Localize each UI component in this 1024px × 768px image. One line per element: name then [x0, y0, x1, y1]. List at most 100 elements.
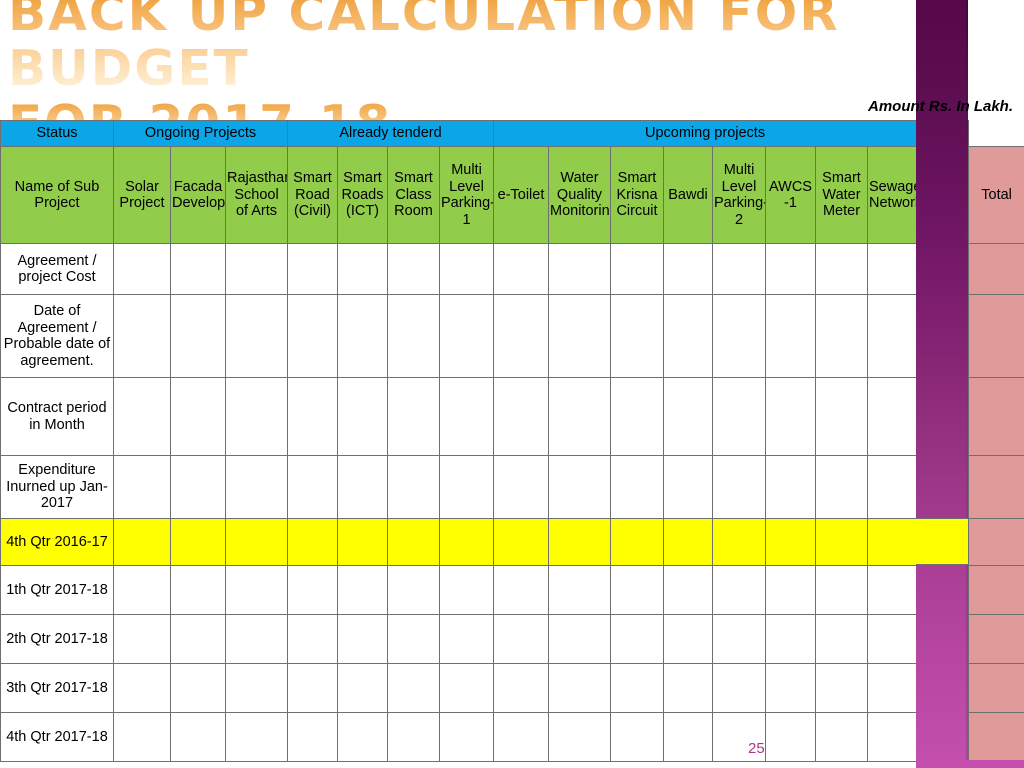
- data-cell[interactable]: [663, 294, 713, 378]
- data-cell[interactable]: [113, 243, 171, 295]
- data-cell[interactable]: [663, 565, 713, 615]
- data-cell[interactable]: [548, 565, 611, 615]
- data-cell[interactable]: [170, 614, 226, 664]
- data-cell[interactable]: [170, 712, 226, 762]
- data-cell[interactable]: [765, 663, 816, 713]
- data-cell[interactable]: [866, 243, 918, 295]
- data-cell[interactable]: [439, 663, 494, 713]
- data-cell[interactable]: [287, 243, 338, 295]
- data-cell[interactable]: [113, 377, 171, 456]
- data-cell[interactable]: [387, 377, 440, 456]
- data-cell[interactable]: [439, 712, 494, 762]
- total-cell[interactable]: [968, 243, 1024, 295]
- data-cell[interactable]: [712, 663, 766, 713]
- data-cell[interactable]: [712, 377, 766, 456]
- total-cell[interactable]: [968, 518, 1024, 566]
- data-cell[interactable]: [439, 455, 494, 519]
- data-cell[interactable]: [337, 243, 388, 295]
- data-cell[interactable]: [866, 294, 918, 378]
- data-cell[interactable]: [387, 518, 440, 566]
- data-cell[interactable]: [866, 663, 918, 713]
- data-cell[interactable]: [439, 377, 494, 456]
- data-cell[interactable]: [610, 377, 664, 456]
- data-cell[interactable]: [170, 377, 226, 456]
- data-cell[interactable]: [866, 455, 918, 519]
- data-cell[interactable]: [610, 663, 664, 713]
- data-cell[interactable]: [712, 614, 766, 664]
- data-cell[interactable]: [765, 455, 816, 519]
- data-cell[interactable]: [765, 712, 816, 762]
- data-cell[interactable]: [287, 614, 338, 664]
- data-cell[interactable]: [765, 565, 816, 615]
- data-cell[interactable]: [287, 565, 338, 615]
- data-cell[interactable]: [387, 712, 440, 762]
- data-cell[interactable]: [170, 565, 226, 615]
- data-cell[interactable]: [663, 455, 713, 519]
- data-cell[interactable]: [916, 614, 970, 664]
- data-cell[interactable]: [916, 243, 970, 295]
- data-cell[interactable]: [866, 565, 918, 615]
- data-cell[interactable]: [287, 663, 338, 713]
- data-cell[interactable]: [170, 455, 226, 519]
- data-cell[interactable]: [225, 712, 288, 762]
- data-cell[interactable]: [815, 455, 868, 519]
- data-cell[interactable]: [548, 294, 611, 378]
- data-cell[interactable]: [815, 294, 868, 378]
- data-cell[interactable]: [170, 518, 226, 566]
- data-cell[interactable]: [610, 614, 664, 664]
- data-cell[interactable]: [387, 455, 440, 519]
- data-cell[interactable]: [712, 455, 766, 519]
- data-cell[interactable]: [337, 614, 388, 664]
- data-cell[interactable]: [493, 663, 549, 713]
- data-cell[interactable]: [287, 294, 338, 378]
- data-cell[interactable]: [225, 294, 288, 378]
- data-cell[interactable]: [548, 377, 611, 456]
- data-cell[interactable]: [712, 518, 766, 566]
- data-cell[interactable]: [337, 294, 388, 378]
- total-cell[interactable]: [968, 663, 1024, 713]
- total-cell[interactable]: [968, 712, 1024, 762]
- data-cell[interactable]: [916, 455, 970, 519]
- data-cell[interactable]: [337, 712, 388, 762]
- data-cell[interactable]: [663, 614, 713, 664]
- data-cell[interactable]: [663, 712, 713, 762]
- data-cell[interactable]: [113, 663, 171, 713]
- data-cell[interactable]: [765, 243, 816, 295]
- data-cell[interactable]: [610, 294, 664, 378]
- data-cell[interactable]: [439, 294, 494, 378]
- total-cell[interactable]: [968, 377, 1024, 456]
- data-cell[interactable]: [916, 663, 970, 713]
- data-cell[interactable]: [815, 663, 868, 713]
- data-cell[interactable]: [439, 518, 494, 566]
- data-cell[interactable]: [113, 518, 171, 566]
- data-cell[interactable]: [387, 243, 440, 295]
- data-cell[interactable]: [866, 614, 918, 664]
- data-cell[interactable]: [225, 518, 288, 566]
- data-cell[interactable]: [113, 565, 171, 615]
- data-cell[interactable]: [170, 294, 226, 378]
- data-cell[interactable]: [493, 518, 549, 566]
- data-cell[interactable]: [712, 565, 766, 615]
- data-cell[interactable]: [663, 377, 713, 456]
- data-cell[interactable]: [493, 565, 549, 615]
- data-cell[interactable]: [337, 455, 388, 519]
- data-cell[interactable]: [170, 663, 226, 713]
- data-cell[interactable]: [712, 243, 766, 295]
- data-cell[interactable]: [663, 663, 713, 713]
- data-cell[interactable]: [493, 377, 549, 456]
- data-cell[interactable]: [113, 294, 171, 378]
- data-cell[interactable]: [610, 243, 664, 295]
- data-cell[interactable]: [916, 377, 970, 456]
- data-cell[interactable]: [610, 518, 664, 566]
- data-cell[interactable]: [225, 455, 288, 519]
- data-cell[interactable]: [287, 455, 338, 519]
- data-cell[interactable]: [387, 294, 440, 378]
- data-cell[interactable]: [815, 518, 868, 566]
- data-cell[interactable]: [225, 663, 288, 713]
- data-cell[interactable]: [610, 712, 664, 762]
- data-cell[interactable]: [439, 565, 494, 615]
- data-cell[interactable]: [815, 614, 868, 664]
- data-cell[interactable]: [866, 518, 918, 566]
- data-cell[interactable]: [663, 243, 713, 295]
- data-cell[interactable]: [548, 518, 611, 566]
